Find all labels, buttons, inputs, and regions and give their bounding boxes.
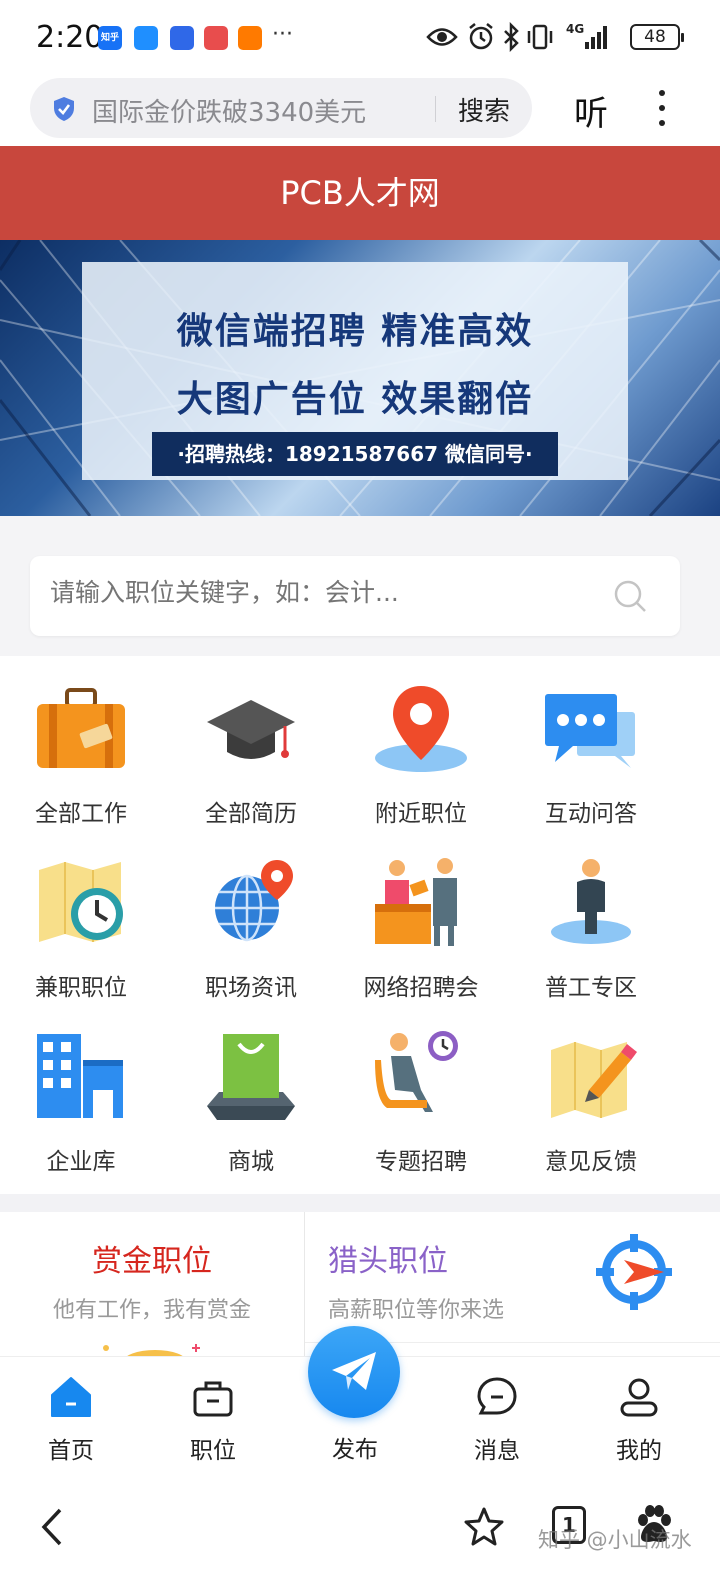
page-title: PCB人才网 [280,174,440,212]
search-icon[interactable] [612,578,648,614]
grid-item-workers[interactable]: 普工专区 [506,830,676,1001]
publish-button[interactable] [308,1326,400,1418]
baidu-app-icon [170,26,194,50]
alarm-icon [469,23,493,50]
shop-app-icon [204,26,228,50]
feature-grid: 全部工作 全部简历 附近职位 互动问答 兼职职位 职场资讯 网络招聘会 普工专区… [0,656,720,1194]
user-icon [620,1378,658,1417]
shield-icon [54,97,74,121]
graduation-cap-icon [207,700,295,759]
grid-label: 专题招聘 [375,1149,467,1175]
waiting-chair-icon [375,1031,458,1112]
bounty-jobs-title: 赏金职位 [92,1244,212,1279]
address-divider [435,96,436,122]
search-input[interactable] [50,578,590,607]
grid-item-nearby-jobs[interactable]: 附近职位 [336,656,506,827]
grid-label: 全部简历 [205,801,297,827]
banner-card: 微信端招聘 精准高效 大图广告位 效果翻倍 ·招聘热线：18921587667 … [82,262,628,480]
star-icon[interactable] [464,1506,504,1546]
watermark: 知乎 @小山流水 [538,1528,692,1552]
paper-plane-icon [332,1352,376,1390]
grid-item-all-resumes[interactable]: 全部简历 [166,656,336,827]
nav-label: 首页 [48,1438,94,1464]
nav-jobs[interactable]: 职位 [142,1357,284,1483]
globe-pin-icon [215,860,293,942]
grid-item-online-fair[interactable]: 网络招聘会 [336,830,506,1001]
location-pin-icon [375,686,467,772]
search-section [0,516,720,656]
banner-hotline: ·招聘热线：18921587667 微信同号· [152,432,558,476]
banner-headline-1: 微信端招聘 精准高效 [176,311,534,352]
bluetooth-icon [504,22,519,52]
grid-item-companies[interactable]: 企业库 [0,1004,166,1175]
more-notifications-icon: ··· [272,22,293,47]
nav-label: 我的 [616,1438,662,1464]
message-icon [477,1377,517,1415]
grid-item-part-time[interactable]: 兼职职位 [0,830,166,1001]
network-type: 4G [566,22,585,36]
site-header: PCB人才网 [0,146,720,240]
grid-label: 普工专区 [545,975,637,1001]
nav-label: 消息 [474,1438,520,1464]
bounty-jobs-card[interactable]: 赏金职位 他有工作，我有赏金 [0,1212,304,1362]
ad-banner[interactable]: 微信端招聘 精准高效 大图广告位 效果翻倍 ·招聘热线：18921587667 … [0,240,720,516]
briefcase-icon [37,688,125,768]
home-icon [51,1377,91,1417]
status-bar: 2:20 知乎 ··· 4G 48 [0,0,720,74]
building-icon [37,1034,123,1118]
publish-label: 发布 [332,1437,378,1463]
interview-desk-icon [375,858,457,946]
grid-label: 互动问答 [545,801,637,827]
grid-label: 企业库 [46,1149,116,1175]
target-icon [596,1234,672,1310]
grid-label: 商城 [228,1149,274,1175]
grid-item-special-recruit[interactable]: 专题招聘 [336,1004,506,1175]
browser-bar: 国际金价跌破3340美元 搜索 听 [0,74,720,146]
nav-messages[interactable]: 消息 [426,1357,568,1483]
search-button[interactable]: 搜索 [458,91,510,128]
nav-label: 职位 [190,1438,236,1464]
chat-bubbles-icon [545,694,635,768]
map-clock-icon [39,862,123,942]
battery-icon: 48 [630,24,684,50]
zhihu-icon: 知乎 [98,26,122,50]
bounty-jobs-subtitle: 他有工作，我有赏金 [52,1298,251,1323]
briefcase-outline-icon [193,1381,233,1417]
headhunter-jobs-subtitle: 高薪职位等你来选 [328,1298,505,1323]
worker-icon [551,859,631,944]
listen-button[interactable]: 听 [574,86,608,135]
grid-item-feedback[interactable]: 意见反馈 [506,1004,676,1175]
grid-label: 全部工作 [35,801,127,827]
chat-app-icon [134,26,158,50]
eye-icon [426,28,458,46]
back-icon[interactable] [36,1506,66,1548]
banner-headline-2: 大图广告位 效果翻倍 [176,379,534,420]
more-menu-icon[interactable] [658,90,666,128]
headhunter-jobs-title: 猎头职位 [328,1244,448,1279]
shopping-bag-icon [207,1034,295,1120]
grid-label: 网络招聘会 [363,975,479,1001]
address-bar[interactable]: 国际金价跌破3340美元 搜索 [30,78,532,138]
vibrate-icon [527,24,553,50]
grid-item-qa[interactable]: 互动问答 [506,656,676,827]
grid-label: 意见反馈 [545,1149,637,1175]
taobao-app-icon [238,26,262,50]
nav-profile[interactable]: 我的 [568,1357,710,1483]
status-time: 2:20 [36,20,104,55]
grid-item-mall[interactable]: 商城 [166,1004,336,1175]
signal-icon [585,26,607,49]
nav-home[interactable]: 首页 [0,1357,142,1483]
address-text: 国际金价跌破3340美元 [92,98,367,128]
grid-label: 附近职位 [375,801,467,827]
grid-label: 职场资讯 [205,975,297,1001]
map-pencil-icon [551,1042,637,1118]
grid-item-career-news[interactable]: 职场资讯 [166,830,336,1001]
grid-label: 兼职职位 [35,975,127,1001]
search-box[interactable] [30,556,680,636]
grid-item-all-jobs[interactable]: 全部工作 [0,656,166,827]
